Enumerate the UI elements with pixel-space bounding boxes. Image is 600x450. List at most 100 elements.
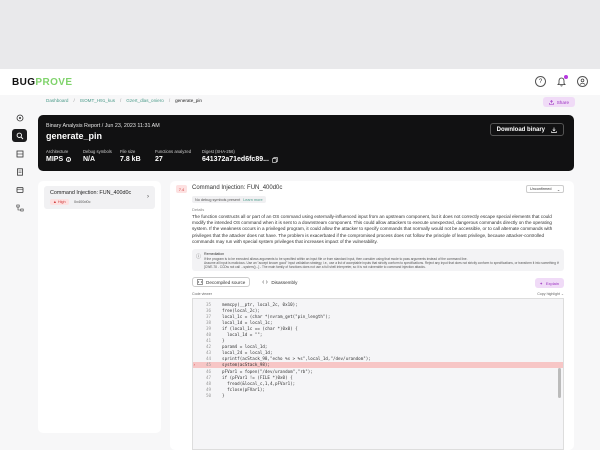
- binary-name: generate_pin: [46, 131, 103, 141]
- line-number: 47: [205, 374, 211, 380]
- details-label: Details: [192, 207, 205, 212]
- meta-debug-symbols: Debug symbols N/A: [83, 149, 112, 163]
- detail-title: Command Injection: FUN_400d0c: [192, 185, 283, 191]
- help-icon[interactable]: ?: [535, 76, 546, 87]
- sidebar: [12, 111, 30, 214]
- line-number: 50: [205, 392, 211, 398]
- meta-file-size: File size 7.8 kB: [120, 149, 141, 163]
- line-number: 43: [205, 350, 211, 356]
- meta-architecture: Architecture MIPS i: [46, 149, 83, 163]
- line-number: 45: [205, 362, 211, 368]
- download-icon: [551, 127, 557, 133]
- breadcrumb-item[interactable]: ISOMT_H91_kus: [80, 98, 115, 103]
- learn-more-link[interactable]: Learn more: [243, 198, 262, 202]
- code-text: system(acStack_98);: [217, 362, 270, 368]
- report-header: Binary Analysis Report / Jun 23, 2023 11…: [38, 115, 574, 171]
- line-number: 46: [205, 368, 211, 374]
- code-text: pFVar1 = fopen("/dev/urandom","rb");: [217, 368, 313, 374]
- binary-analysis-icon[interactable]: [12, 129, 27, 142]
- code-text: if (local_1c == (char *)0x0) {: [217, 325, 298, 331]
- code-text: fread(&local_c,1,4,pFVar1);: [217, 380, 296, 386]
- user-icon[interactable]: [577, 76, 588, 87]
- copy-highlight-toggle[interactable]: Copy highlight ⌄: [537, 292, 564, 296]
- code-text: local_1d = local_1c;: [217, 319, 273, 325]
- breadcrumb-item[interactable]: Dashboard: [46, 98, 68, 103]
- code-text: fclose(pFVar1);: [217, 386, 265, 392]
- breadcrumb: Dashboard / ISOMT_H91_kus / Gzert_dlas_o…: [46, 98, 202, 103]
- severity-score-badge: 7.4: [176, 185, 187, 193]
- breadcrumb-separator: /: [73, 98, 75, 103]
- code-viewer[interactable]: 35 memcpy(__ptr, local_2c, 0x10); 36 fre…: [192, 298, 564, 450]
- code-icon: [197, 279, 203, 285]
- line-number: 41: [205, 338, 211, 344]
- compliance-icon[interactable]: [12, 183, 27, 196]
- vulnerability-list-panel: Command Injection: FUN_400d0c ▲ High 0x4…: [38, 181, 161, 433]
- disassembly-icon: [262, 280, 269, 284]
- share-icon: [549, 99, 554, 105]
- vulnerability-list-item[interactable]: Command Injection: FUN_400d0c ▲ High 0x4…: [44, 186, 155, 209]
- code-scrollbar[interactable]: [558, 368, 561, 398]
- share-button[interactable]: Share: [542, 97, 575, 107]
- download-label: Download binary: [496, 126, 545, 133]
- code-header: Code viewer Copy highlight ⌄: [192, 292, 564, 296]
- copy-icon[interactable]: [272, 156, 278, 163]
- remediation-line: [CWE-78 - CCDw not call ...system()...] …: [204, 265, 426, 269]
- vulnerability-address: 0x400d0c: [74, 200, 91, 204]
- tab-disassembly[interactable]: Disassembly: [258, 277, 301, 287]
- source-tabs: Decompiled source Disassembly: [192, 277, 301, 287]
- code-text: }: [217, 338, 225, 344]
- meta-functions-analyzed: Functions analyzed 27: [155, 149, 192, 163]
- breadcrumb-item[interactable]: Gzert_dlas_oniero: [126, 98, 164, 103]
- reports-icon[interactable]: [12, 165, 27, 178]
- sparkle-icon: ✦: [539, 280, 543, 286]
- status-dropdown[interactable]: Unconfirmed ⌄: [526, 185, 564, 193]
- line-number: 38: [205, 319, 211, 325]
- download-binary-button[interactable]: Download binary: [489, 123, 564, 136]
- line-number: 42: [205, 344, 211, 350]
- line-number: 44: [205, 356, 211, 362]
- chevron-right-icon: ›: [147, 194, 149, 200]
- line-number: 39: [205, 325, 211, 331]
- code-text: param4 = local_1d;: [217, 344, 268, 350]
- meta-digest: Digest (SHA-256) 641372a71ed6fc89...: [202, 149, 278, 163]
- share-label: Share: [556, 99, 569, 105]
- vulnerability-detail-panel: 7.4 Command Injection: FUN_400d0c Unconf…: [170, 181, 574, 450]
- code-line: 50 }: [193, 392, 563, 398]
- tab-decompiled-source[interactable]: Decompiled source: [192, 277, 251, 287]
- remediation-heading: Remediation: [204, 252, 225, 256]
- vulnerability-title: Command Injection: FUN_400d0c: [50, 190, 132, 196]
- breadcrumb-current: generate_pin: [175, 98, 202, 103]
- remediation-box: ⓘ Remediation If the program is to be ex…: [192, 249, 564, 271]
- notification-icon[interactable]: [556, 75, 568, 87]
- line-number: 37: [205, 313, 211, 319]
- code-text: local_24 = local_1d;: [217, 350, 273, 356]
- report-title-line: Binary Analysis Report / Jun 23, 2023 11…: [46, 123, 160, 129]
- info-icon[interactable]: i: [66, 157, 72, 162]
- main-content: Dashboard / ISOMT_H91_kus / Gzert_dlas_o…: [0, 95, 600, 450]
- logo[interactable]: BUGPROVE: [12, 77, 72, 88]
- debug-symbols-tag: No debug symbols present Learn more: [192, 196, 266, 203]
- report-meta: Architecture MIPS i Debug symbols N/A Fil…: [46, 149, 278, 163]
- notification-dot: [564, 75, 568, 79]
- severity-badge: ▲ High: [50, 199, 69, 205]
- details-text: The function constructs all or part of a…: [192, 214, 553, 244]
- code-text: local_1d = "";: [217, 332, 263, 338]
- line-number: 36: [205, 307, 211, 313]
- app-header: BUGPROVE ?: [0, 69, 600, 95]
- components-icon[interactable]: [12, 147, 27, 160]
- breadcrumb-separator: /: [120, 98, 122, 103]
- firmware-icon[interactable]: [12, 111, 27, 124]
- code-viewer-label: Code viewer: [192, 292, 212, 296]
- code-text: free(local_2c);: [217, 307, 260, 313]
- code-text: memcpy(__ptr, local_2c, 0x10);: [217, 301, 298, 307]
- line-number: 48: [205, 380, 211, 386]
- tree-icon[interactable]: [12, 201, 27, 214]
- line-number: 49: [205, 386, 211, 392]
- code-text: if (pFVar1 != (FILE *)0x0) {: [217, 374, 293, 380]
- code-text: local_1c = (char *)nvram_get("pin_length…: [217, 313, 331, 319]
- code-text: sprintf(acStack_98,"echo %s > %s",local_…: [217, 356, 371, 362]
- code-text: }: [217, 392, 225, 398]
- explain-button[interactable]: ✦ Explain: [534, 278, 564, 288]
- top-gap: [0, 0, 600, 69]
- line-number: 35: [205, 301, 211, 307]
